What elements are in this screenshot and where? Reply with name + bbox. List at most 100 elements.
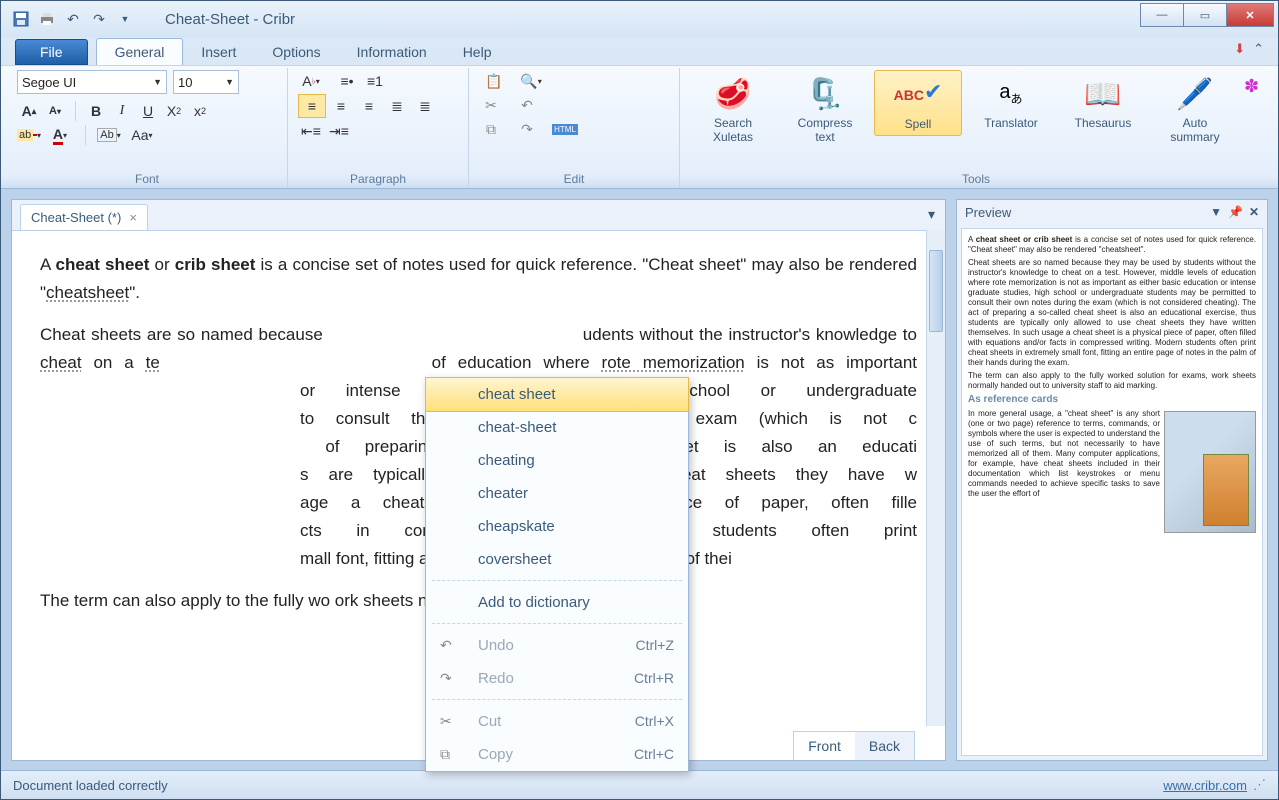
- font-size-combo[interactable]: 10 ▼: [173, 70, 239, 94]
- document-tabs: Cheat-Sheet (*) × ▾: [12, 200, 945, 230]
- undo-icon: ↶: [440, 637, 460, 654]
- italic-button[interactable]: I: [110, 100, 134, 122]
- align-distribute-button[interactable]: ≣: [412, 95, 438, 117]
- tab-general[interactable]: General: [96, 38, 184, 65]
- vertical-scrollbar[interactable]: [926, 230, 945, 726]
- superscript-button[interactable]: x2: [188, 100, 212, 122]
- preview-panel: Preview ▼ 📌 ✕ A cheat sheet or crib shee…: [956, 199, 1268, 761]
- menu-cut[interactable]: ✂CutCtrl+X: [426, 705, 688, 738]
- status-bar: Document loaded correctly www.cribr.com …: [1, 770, 1278, 799]
- align-center-button[interactable]: ≡: [328, 95, 354, 117]
- thesaurus-button[interactable]: 📖Thesaurus: [1060, 70, 1146, 134]
- redo-icon[interactable]: ↷: [89, 9, 109, 29]
- scroll-thumb[interactable]: [929, 250, 943, 332]
- tab-insert[interactable]: Insert: [183, 39, 254, 65]
- group-label-tools: Tools: [690, 170, 1262, 188]
- font-color-button[interactable]: A ▾: [43, 124, 77, 146]
- website-link[interactable]: www.cribr.com: [1163, 778, 1247, 793]
- clear-formatting-button[interactable]: A♭▾: [298, 70, 324, 92]
- compress-icon: 🗜️: [805, 74, 845, 114]
- align-justify-button[interactable]: ≣: [384, 95, 410, 117]
- undo-icon[interactable]: ↶: [63, 9, 83, 29]
- font-size-value: 10: [178, 75, 192, 90]
- font-name-value: Segoe UI: [22, 75, 76, 90]
- suggestion-cheat-sheet-hyphen[interactable]: cheat-sheet: [426, 411, 688, 444]
- pin-icon[interactable]: 📌: [1228, 205, 1243, 219]
- close-preview-icon[interactable]: ✕: [1249, 205, 1259, 219]
- search-xuletas-button[interactable]: 🥩Search Xuletas: [690, 70, 776, 148]
- tab-back[interactable]: Back: [855, 732, 914, 760]
- copy-icon: ⧉: [440, 746, 460, 763]
- bullets-button[interactable]: ≡•: [334, 70, 360, 92]
- undo-button[interactable]: ↶: [515, 94, 539, 116]
- align-right-button[interactable]: ≡: [356, 95, 382, 117]
- window-controls: ― ▭ ✕: [1141, 3, 1274, 27]
- translator-button[interactable]: aあTranslator: [968, 70, 1054, 134]
- compress-text-button[interactable]: 🗜️Compress text: [782, 70, 868, 148]
- clear-format-button[interactable]: Ab▾: [94, 124, 124, 146]
- collapse-ribbon-icon[interactable]: ⌃: [1253, 41, 1264, 57]
- spell-button[interactable]: ABC✔Spell: [874, 70, 962, 136]
- align-left-button[interactable]: ≡: [298, 94, 326, 118]
- bold-button[interactable]: B: [84, 100, 108, 122]
- minimize-button[interactable]: ―: [1140, 3, 1184, 27]
- increase-indent-button[interactable]: ⇥≡: [326, 120, 352, 142]
- cut-button[interactable]: ✂: [479, 94, 503, 116]
- change-case-button[interactable]: Aa▾: [126, 124, 158, 146]
- redo-button[interactable]: ↷: [515, 118, 539, 140]
- tab-file[interactable]: File: [15, 39, 88, 65]
- close-tab-icon[interactable]: ×: [129, 210, 137, 225]
- grow-font-button[interactable]: A▴: [17, 100, 41, 122]
- suggestion-cheating[interactable]: cheating: [426, 444, 688, 477]
- quick-access-toolbar: ↶ ↷ ▼: [11, 9, 135, 29]
- preview-dropdown-icon[interactable]: ▼: [1210, 205, 1222, 219]
- html-button[interactable]: HTML: [553, 118, 577, 140]
- add-to-dictionary[interactable]: Add to dictionary: [426, 586, 688, 619]
- group-font: Segoe UI ▼ 10 ▼ A▴ A▾ B I U X2 x2 ab▾ A ▾: [7, 68, 288, 188]
- translate-icon: aあ: [991, 74, 1031, 114]
- chevron-down-icon: ▼: [219, 77, 234, 87]
- tab-help[interactable]: Help: [445, 39, 510, 65]
- redo-icon: ↷: [440, 670, 460, 687]
- highlight-color-button[interactable]: ab▾: [17, 124, 41, 146]
- suggestion-coversheet[interactable]: coversheet: [426, 543, 688, 576]
- context-menu: cheat sheet cheat-sheet cheating cheater…: [425, 377, 689, 772]
- maximize-button[interactable]: ▭: [1183, 3, 1227, 27]
- app-window: ↶ ↷ ▼ Cheat-Sheet - Cribr ― ▭ ✕ File Gen…: [0, 0, 1279, 800]
- suggestion-cheater[interactable]: cheater: [426, 477, 688, 510]
- print-icon[interactable]: [37, 9, 57, 29]
- underline-button[interactable]: U: [136, 100, 160, 122]
- tab-front[interactable]: Front: [794, 732, 855, 760]
- save-icon[interactable]: [11, 9, 31, 29]
- shrink-font-button[interactable]: A▾: [43, 100, 67, 122]
- cut-icon: ✂: [440, 713, 460, 730]
- window-title: Cheat-Sheet - Cribr: [165, 11, 295, 28]
- decrease-indent-button[interactable]: ⇤≡: [298, 120, 324, 142]
- chevron-down-icon: ▼: [147, 77, 162, 87]
- pen-icon: 🖊️: [1175, 74, 1215, 114]
- subscript-button[interactable]: X2: [162, 100, 186, 122]
- tab-information[interactable]: Information: [339, 39, 445, 65]
- document-tab[interactable]: Cheat-Sheet (*) ×: [20, 204, 148, 230]
- copy-button[interactable]: ⧉: [479, 118, 503, 140]
- close-button[interactable]: ✕: [1226, 3, 1274, 27]
- menu-undo[interactable]: ↶UndoCtrl+Z: [426, 629, 688, 662]
- group-tools: 🥩Search Xuletas 🗜️Compress text ABC✔Spel…: [680, 68, 1272, 188]
- suggestion-cheapskate[interactable]: cheapskate: [426, 510, 688, 543]
- download-icon[interactable]: ⬇: [1234, 41, 1245, 57]
- menu-copy[interactable]: ⧉CopyCtrl+C: [426, 738, 688, 771]
- group-paragraph: A♭▾ ≡• ≡1 ≡ ≡ ≡ ≣ ≣ ⇤≡ ⇥≡ Paragraph: [288, 68, 469, 188]
- find-button[interactable]: 🔍▾: [515, 70, 547, 92]
- tab-overflow-icon[interactable]: ▾: [928, 206, 935, 223]
- menu-redo[interactable]: ↷RedoCtrl+R: [426, 662, 688, 695]
- paste-button[interactable]: 📋: [479, 70, 509, 92]
- qat-dropdown-icon[interactable]: ▼: [115, 9, 135, 29]
- suggestion-cheat-sheet[interactable]: cheat sheet: [425, 377, 689, 412]
- auto-summary-button[interactable]: 🖊️Auto summary: [1152, 70, 1238, 148]
- resize-grip-icon[interactable]: ⋰: [1253, 777, 1266, 793]
- preview-header: Preview ▼ 📌 ✕: [957, 200, 1267, 224]
- font-name-combo[interactable]: Segoe UI ▼: [17, 70, 167, 94]
- star-icon[interactable]: ✽: [1244, 76, 1259, 97]
- numbering-button[interactable]: ≡1: [362, 70, 388, 92]
- tab-options[interactable]: Options: [254, 39, 338, 65]
